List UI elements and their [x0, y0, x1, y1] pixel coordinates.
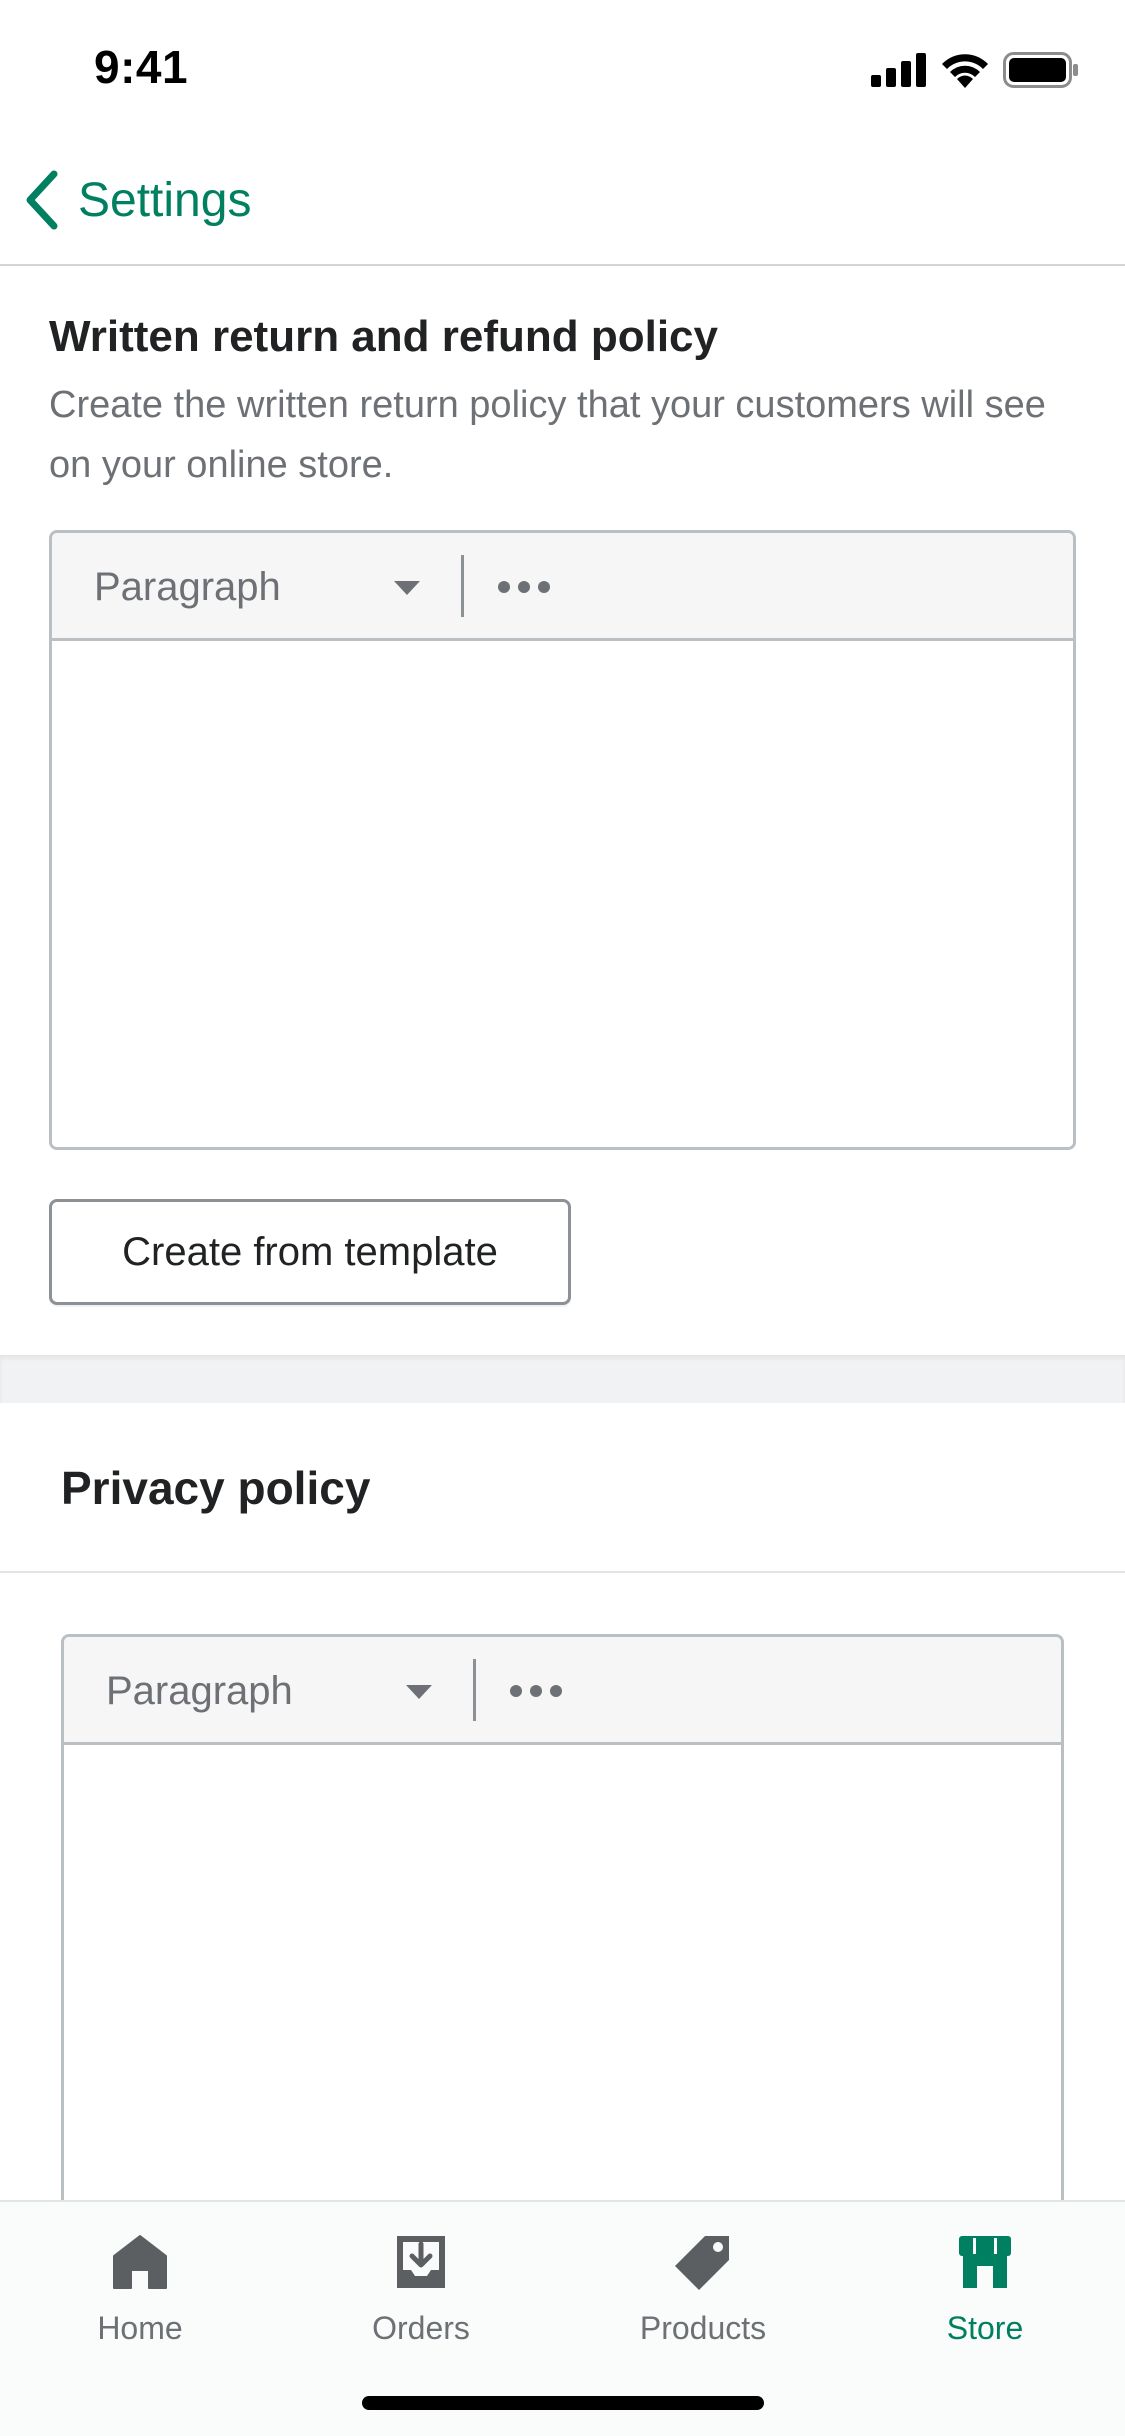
- home-indicator: [362, 2396, 764, 2410]
- status-icons: [871, 50, 1079, 90]
- wifi-icon: [942, 54, 988, 88]
- cellular-signal-icon: [871, 53, 926, 87]
- refund-policy-section: Written return and refund policy Create …: [0, 268, 1125, 1355]
- tab-home-label: Home: [97, 2310, 183, 2346]
- chevron-left-icon: [26, 170, 58, 230]
- create-from-template-button[interactable]: Create from template: [49, 1199, 571, 1305]
- more-horizontal-icon: [498, 581, 550, 593]
- editor-toolbar: Paragraph: [64, 1637, 1061, 1745]
- status-time: 9:41: [94, 41, 189, 93]
- format-dropdown-value: Paragraph: [106, 1669, 293, 1713]
- refund-policy-editor: Paragraph: [49, 530, 1076, 1150]
- tag-icon: [675, 2236, 729, 2290]
- tab-store[interactable]: Store: [855, 2232, 1115, 2362]
- caret-down-icon: [394, 581, 420, 595]
- refund-policy-text-area[interactable]: [52, 641, 1073, 1147]
- paragraph-format-dropdown[interactable]: Paragraph: [64, 1637, 474, 1745]
- privacy-policy-header: Privacy policy: [0, 1403, 1125, 1573]
- more-options-button[interactable]: [496, 1657, 576, 1725]
- home-icon: [113, 2235, 167, 2289]
- more-options-button[interactable]: [484, 553, 564, 621]
- battery-icon: [1003, 52, 1078, 88]
- tab-products-label: Products: [639, 2310, 767, 2346]
- toolbar-divider: [473, 1659, 476, 1721]
- privacy-policy-text-area[interactable]: [64, 1745, 1061, 2271]
- tab-home[interactable]: Home: [10, 2232, 270, 2362]
- privacy-policy-title: Privacy policy: [61, 1462, 371, 1514]
- format-dropdown-value: Paragraph: [94, 565, 281, 609]
- back-button[interactable]: Settings: [22, 165, 251, 235]
- back-label: Settings: [78, 173, 252, 227]
- caret-down-icon: [406, 1685, 432, 1699]
- tab-products[interactable]: Products: [573, 2232, 833, 2362]
- tab-orders[interactable]: Orders: [291, 2232, 551, 2362]
- editor-toolbar: Paragraph: [52, 533, 1073, 641]
- refund-policy-description: Create the written return policy that yo…: [49, 384, 1046, 486]
- store-icon: [959, 2236, 1011, 2288]
- orders-icon: [397, 2236, 445, 2288]
- navigation-bar: Settings: [0, 135, 1125, 266]
- tab-orders-label: Orders: [372, 2310, 470, 2346]
- status-bar: 9:41: [0, 0, 1125, 135]
- section-divider: [0, 1355, 1125, 1403]
- paragraph-format-dropdown[interactable]: Paragraph: [52, 533, 462, 641]
- toolbar-divider: [461, 555, 464, 617]
- more-horizontal-icon: [510, 1685, 562, 1697]
- tab-store-label: Store: [946, 2310, 1024, 2346]
- refund-policy-title: Written return and refund policy: [49, 312, 719, 361]
- privacy-policy-editor: Paragraph: [61, 1634, 1064, 2274]
